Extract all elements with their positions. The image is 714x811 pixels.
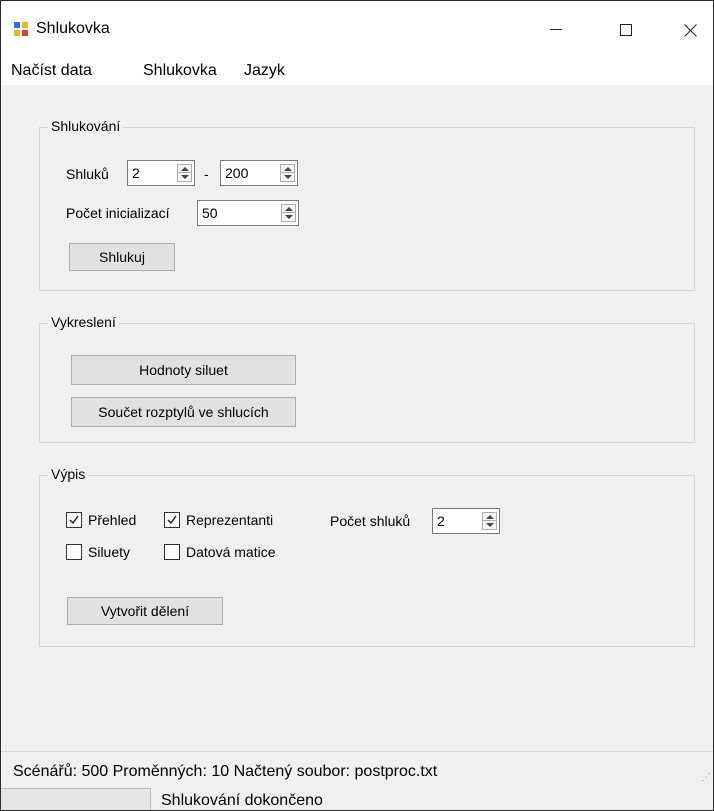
silhouettes-label: Siluety	[88, 544, 131, 560]
menu-language[interactable]: Jazyk	[244, 62, 285, 80]
maximize-button[interactable]	[603, 12, 649, 48]
resize-grip-icon[interactable]: ⋰	[701, 772, 711, 783]
cluster-count-value: 2	[437, 513, 445, 529]
checkmark-icon	[69, 515, 79, 525]
arrow-down-icon	[181, 175, 189, 179]
scatter-sum-button[interactable]: Součet rozptylů ve shlucích	[71, 397, 296, 427]
cluster-button[interactable]: Shlukuj	[69, 243, 175, 271]
arrow-down-icon	[284, 175, 292, 179]
clusters-min-stepper[interactable]: 2	[127, 160, 195, 186]
init-label: Počet inicializací	[66, 205, 170, 221]
checkmark-icon	[167, 515, 177, 525]
clusters-range-dash: -	[204, 166, 209, 182]
arrow-up-icon	[486, 515, 494, 519]
arrow-up-icon	[284, 167, 292, 171]
plotting-group-label: Vykreslení	[48, 314, 119, 330]
clusters-label: Shluků	[66, 166, 109, 182]
status-bar: Scénářů: 500 Proměnných: 10 Načtený soub…	[1, 751, 713, 788]
overview-label: Přehled	[88, 512, 137, 528]
init-value: 50	[202, 205, 218, 221]
cluster-count-arrows[interactable]	[482, 512, 497, 530]
menu-bar: Načíst data Shlukovka Jazyk	[1, 53, 713, 85]
app-window: Shlukovka Načíst data Shlukovka Jazyk Sh…	[0, 0, 714, 811]
menu-load-data[interactable]: Načíst data	[11, 62, 92, 80]
status-message: Shlukování dokončeno	[161, 792, 323, 809]
progress-bar	[1, 788, 151, 810]
output-group: Výpis Přehled Reprezentanti Siluety Dato…	[39, 466, 695, 647]
plotting-group: Vykreslení Hodnoty siluet Součet rozptyl…	[39, 314, 695, 443]
clusters-max-arrows[interactable]	[280, 164, 295, 182]
overview-checkbox[interactable]	[66, 512, 82, 528]
arrow-down-icon	[285, 215, 293, 219]
close-button[interactable]	[667, 12, 713, 48]
arrow-up-icon	[181, 167, 189, 171]
clusters-max-stepper[interactable]: 200	[220, 160, 298, 186]
minimize-icon	[550, 29, 562, 30]
silhouettes-checkbox[interactable]	[66, 544, 82, 560]
cluster-count-stepper[interactable]: 2	[432, 508, 500, 534]
clustering-group-label: Shlukování	[48, 118, 124, 134]
arrow-down-icon	[486, 523, 494, 527]
title-bar[interactable]: Shlukovka	[1, 1, 713, 53]
cluster-count-label: Počet shluků	[330, 513, 411, 529]
menu-clustering[interactable]: Shlukovka	[143, 62, 217, 80]
status-info: Scénářů: 500 Proměnných: 10 Načtený soub…	[13, 763, 438, 780]
maximize-icon	[620, 24, 632, 36]
silhouette-button[interactable]: Hodnoty siluet	[71, 355, 296, 385]
data-matrix-label: Datová matice	[186, 544, 276, 560]
arrow-up-icon	[285, 207, 293, 211]
clusters-min-value: 2	[132, 165, 140, 181]
init-stepper[interactable]: 50	[197, 200, 299, 226]
minimize-button[interactable]	[533, 12, 579, 48]
clusters-min-arrows[interactable]	[177, 164, 192, 182]
representatives-label: Reprezentanti	[186, 512, 274, 528]
data-matrix-checkbox[interactable]	[164, 544, 180, 560]
window-title: Shlukovka	[36, 20, 110, 37]
output-group-label: Výpis	[48, 466, 89, 482]
representatives-checkbox[interactable]	[164, 512, 180, 528]
init-arrows[interactable]	[281, 204, 296, 222]
clustering-group: Shlukování Shluků 2 - 200 Počet iniciali…	[39, 118, 695, 291]
close-icon	[683, 23, 697, 37]
create-partition-button[interactable]: Vytvořit dělení	[67, 597, 223, 625]
app-icon	[14, 22, 28, 36]
clusters-max-value: 200	[225, 165, 249, 181]
